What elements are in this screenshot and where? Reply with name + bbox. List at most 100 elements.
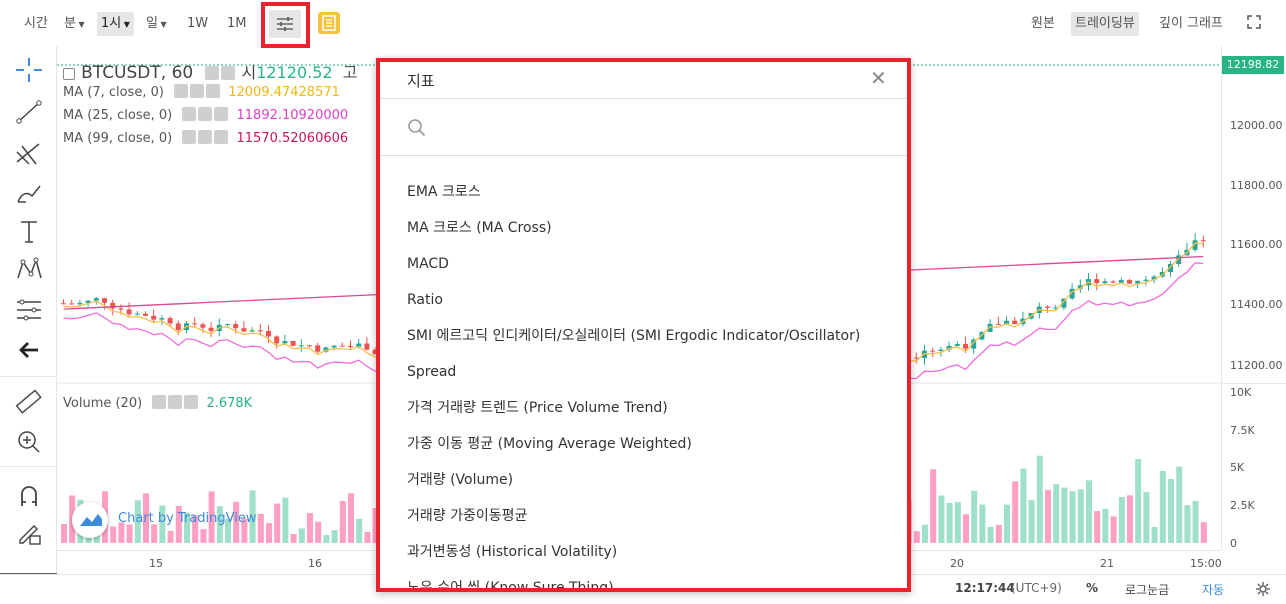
candle-body	[200, 324, 206, 328]
eye-icon[interactable]	[174, 84, 189, 98]
volume-label: Volume (20)	[63, 396, 143, 411]
measure-lines-icon[interactable]	[14, 296, 44, 324]
search-input[interactable]	[436, 113, 876, 141]
volume-bar	[1020, 468, 1027, 543]
crosshair-icon[interactable]	[14, 56, 44, 84]
candle-body	[331, 345, 337, 348]
minute-dropdown[interactable]: 분 ▼	[64, 12, 85, 36]
original-view-button[interactable]: 원본	[1031, 12, 1055, 36]
legend-icons[interactable]	[205, 66, 237, 82]
indicator-item[interactable]: Spread	[380, 354, 907, 390]
candle-body	[1200, 240, 1206, 242]
templates-button[interactable]	[318, 12, 340, 34]
volume-bar	[946, 502, 953, 543]
volume-value: 2.678K	[206, 396, 253, 411]
candle-body	[315, 345, 321, 352]
indicator-item[interactable]: 거래량 가중이동평균	[380, 498, 907, 534]
volume-bar	[938, 495, 945, 543]
price-axis[interactable]: 12000.00 11800.00 11600.00 11400.00 1120…	[1221, 46, 1286, 550]
gear-icon[interactable]	[198, 107, 213, 121]
candle-body	[151, 315, 157, 320]
candle-body	[1110, 281, 1116, 283]
candle-body	[241, 328, 247, 332]
candle-body	[102, 298, 107, 303]
indicator-item[interactable]: 가격 거래량 트렌드 (Price Volume Trend)	[380, 390, 907, 426]
indicator-item[interactable]: MACD	[380, 246, 907, 282]
minute-label: 분	[64, 16, 76, 31]
percent-toggle[interactable]: %	[1086, 581, 1098, 595]
candle-body	[233, 324, 239, 329]
close-icon[interactable]	[214, 107, 229, 121]
indicator-item[interactable]: Ratio	[380, 282, 907, 318]
tradingview-watermark[interactable]: Chart by TradingView	[72, 502, 272, 538]
pattern-icon[interactable]	[14, 256, 44, 284]
candle-body	[1143, 279, 1149, 281]
gear-icon[interactable]	[198, 130, 213, 144]
ruler-icon[interactable]	[14, 388, 44, 416]
depth-chart-button[interactable]: 깊이 그래프	[1159, 12, 1223, 36]
auto-scale-toggle[interactable]: 자동	[1202, 581, 1224, 598]
text-icon[interactable]	[14, 218, 44, 246]
volume-bar	[339, 500, 346, 543]
eye-icon[interactable]	[205, 66, 220, 80]
zoom-in-icon[interactable]	[14, 428, 44, 456]
pane-divider[interactable]	[1222, 383, 1286, 384]
volume-bar	[1094, 511, 1101, 543]
eye-icon[interactable]	[182, 130, 197, 144]
volume-bar	[61, 524, 67, 543]
settings-gear-icon[interactable]	[1256, 582, 1270, 600]
volume-bar	[1151, 527, 1158, 543]
indicators-button[interactable]	[269, 10, 301, 38]
indicator-item[interactable]: SMI 에르고딕 인디케이터/오실레이터 (SMI Ergodic Indica…	[380, 318, 907, 354]
trend-line-icon[interactable]	[14, 98, 44, 126]
dialog-title: 지표	[407, 72, 435, 90]
volume-legend: Volume (20) 2.678K	[63, 395, 252, 411]
brush-icon[interactable]	[14, 180, 44, 208]
eye-icon[interactable]	[182, 107, 197, 121]
candle-body	[266, 330, 271, 337]
close-icon[interactable]	[184, 395, 199, 409]
fib-icon[interactable]	[14, 140, 44, 168]
indicator-item[interactable]: 노우 슈어 씽 (Know Sure Thing)	[380, 570, 907, 588]
ma25-value: 11892.10920000	[236, 108, 349, 123]
month-button[interactable]: 1M	[227, 12, 247, 36]
candle-body	[1094, 279, 1100, 284]
indicator-list: EMA 크로스 MA 크로스 (MA Cross) MACD Ratio SMI…	[380, 174, 907, 588]
candle-body	[249, 330, 255, 332]
tradingview-view-button[interactable]: 트레이딩뷰	[1071, 12, 1139, 36]
candle-body	[274, 336, 280, 344]
hour-interval-dropdown[interactable]: 1시 ▼	[97, 12, 134, 36]
close-icon[interactable]: ✕	[870, 66, 887, 90]
indicator-item[interactable]: MA 크로스 (MA Cross)	[380, 210, 907, 246]
lock-pencil-icon[interactable]	[14, 520, 44, 548]
candle-body	[1127, 280, 1132, 284]
close-icon[interactable]	[206, 84, 221, 98]
day-dropdown[interactable]: 일 ▼	[146, 12, 167, 36]
indicator-item[interactable]: 과거변동성 (Historical Volatility)	[380, 534, 907, 570]
volume-axis-label: 2.5K	[1230, 499, 1255, 512]
search-icon	[408, 119, 426, 137]
timezone[interactable]: (UTC+9)	[1011, 581, 1062, 595]
eye-icon[interactable]	[152, 395, 167, 409]
indicator-item[interactable]: EMA 크로스	[380, 174, 907, 210]
back-arrow-icon[interactable]	[14, 336, 44, 364]
magnet-icon[interactable]	[14, 482, 44, 510]
price-label: 11400.00	[1230, 298, 1283, 311]
volume-bar	[1135, 459, 1142, 543]
gear-icon[interactable]	[168, 395, 183, 409]
candle-body	[225, 324, 230, 326]
collapse-legend-icon[interactable]	[63, 68, 75, 80]
volume-axis-label: 10K	[1230, 386, 1252, 399]
gear-icon[interactable]	[221, 66, 236, 80]
gear-icon[interactable]	[190, 84, 205, 98]
top-toolbar: 시간 분 ▼ 1시 ▼ 일 ▼ 1W 1M 원본 트레이딩뷰 깊이 그래프	[0, 0, 1286, 48]
time-label: 시간	[24, 16, 48, 31]
indicator-item[interactable]: 거래량 (Volume)	[380, 462, 907, 498]
week-button[interactable]: 1W	[187, 12, 208, 36]
log-scale-toggle[interactable]: 로그눈금	[1125, 581, 1169, 598]
close-icon[interactable]	[214, 130, 229, 144]
fullscreen-icon[interactable]	[1247, 15, 1261, 33]
ma25-label: MA (25, close, 0)	[63, 108, 173, 123]
open-value: 12120.52	[256, 63, 333, 82]
indicator-item[interactable]: 가중 이동 평균 (Moving Average Weighted)	[380, 426, 907, 462]
